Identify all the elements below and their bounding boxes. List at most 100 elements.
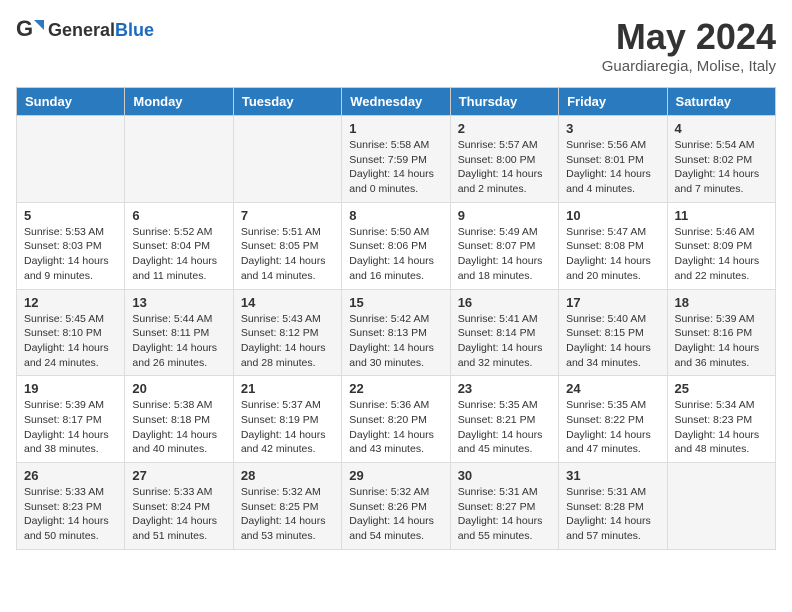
week-row-1: 1 Sunrise: 5:58 AM Sunset: 7:59 PM Daylig… — [17, 116, 776, 203]
calendar-cell: 19 Sunrise: 5:39 AM Sunset: 8:17 PM Dayli… — [17, 376, 125, 463]
day-info: Sunrise: 5:44 AM Sunset: 8:11 PM Dayligh… — [132, 312, 225, 371]
day-number: 19 — [24, 381, 117, 396]
day-number: 18 — [675, 295, 768, 310]
calendar-cell: 3 Sunrise: 5:56 AM Sunset: 8:01 PM Daylig… — [559, 116, 667, 203]
day-number: 15 — [349, 295, 442, 310]
day-number: 29 — [349, 468, 442, 483]
day-info: Sunrise: 5:38 AM Sunset: 8:18 PM Dayligh… — [132, 398, 225, 457]
day-header-tuesday: Tuesday — [233, 88, 341, 116]
logo-icon: G — [16, 16, 44, 44]
calendar-cell: 13 Sunrise: 5:44 AM Sunset: 8:11 PM Dayli… — [125, 289, 233, 376]
calendar-cell: 15 Sunrise: 5:42 AM Sunset: 8:13 PM Dayli… — [342, 289, 450, 376]
calendar-cell: 14Sunrise: 5:43 AM Sunset: 8:12 PM Dayli… — [233, 289, 341, 376]
calendar-cell: 25Sunrise: 5:34 AM Sunset: 8:23 PM Dayli… — [667, 376, 775, 463]
logo: G GeneralBlue — [16, 16, 154, 44]
svg-text:G: G — [16, 16, 33, 41]
calendar-cell: 27 Sunrise: 5:33 AM Sunset: 8:24 PM Dayli… — [125, 463, 233, 550]
day-number: 13 — [132, 295, 225, 310]
day-number: 2 — [458, 121, 551, 136]
calendar-cell — [233, 116, 341, 203]
day-header-friday: Friday — [559, 88, 667, 116]
day-info: Sunrise: 5:39 AM Sunset: 8:17 PM Dayligh… — [24, 398, 117, 457]
calendar-cell — [17, 116, 125, 203]
calendar-cell — [125, 116, 233, 203]
day-info: Sunrise: 5:32 AM Sunset: 8:25 PM Dayligh… — [241, 485, 334, 544]
calendar-cell: 23Sunrise: 5:35 AM Sunset: 8:21 PM Dayli… — [450, 376, 558, 463]
days-header-row: SundayMondayTuesdayWednesdayThursdayFrid… — [17, 88, 776, 116]
day-info: Sunrise: 5:58 AM Sunset: 7:59 PM Dayligh… — [349, 138, 442, 197]
day-info: Sunrise: 5:31 AM Sunset: 8:28 PM Dayligh… — [566, 485, 659, 544]
day-number: 23 — [458, 381, 551, 396]
calendar-cell: 6 Sunrise: 5:52 AM Sunset: 8:04 PM Daylig… — [125, 202, 233, 289]
calendar-cell: 8Sunrise: 5:50 AM Sunset: 8:06 PM Daylig… — [342, 202, 450, 289]
day-info: Sunrise: 5:56 AM Sunset: 8:01 PM Dayligh… — [566, 138, 659, 197]
day-info: Sunrise: 5:33 AM Sunset: 8:23 PM Dayligh… — [24, 485, 117, 544]
day-info: Sunrise: 5:47 AM Sunset: 8:08 PM Dayligh… — [566, 225, 659, 284]
day-info: Sunrise: 5:35 AM Sunset: 8:22 PM Dayligh… — [566, 398, 659, 457]
day-number: 12 — [24, 295, 117, 310]
day-header-saturday: Saturday — [667, 88, 775, 116]
day-info: Sunrise: 5:39 AM Sunset: 8:16 PM Dayligh… — [675, 312, 768, 371]
day-header-wednesday: Wednesday — [342, 88, 450, 116]
calendar-cell: 20 Sunrise: 5:38 AM Sunset: 8:18 PM Dayli… — [125, 376, 233, 463]
day-info: Sunrise: 5:57 AM Sunset: 8:00 PM Dayligh… — [458, 138, 551, 197]
logo-general-text: General — [48, 20, 115, 40]
day-number: 24 — [566, 381, 659, 396]
calendar-cell: 12 Sunrise: 5:45 AM Sunset: 8:10 PM Dayli… — [17, 289, 125, 376]
week-row-5: 26Sunrise: 5:33 AM Sunset: 8:23 PM Dayli… — [17, 463, 776, 550]
day-number: 6 — [132, 208, 225, 223]
day-number: 14 — [241, 295, 334, 310]
day-info: Sunrise: 5:37 AM Sunset: 8:19 PM Dayligh… — [241, 398, 334, 457]
calendar-cell: 26Sunrise: 5:33 AM Sunset: 8:23 PM Dayli… — [17, 463, 125, 550]
day-info: Sunrise: 5:32 AM Sunset: 8:26 PM Dayligh… — [349, 485, 442, 544]
calendar-cell: 9Sunrise: 5:49 AM Sunset: 8:07 PM Daylig… — [450, 202, 558, 289]
calendar-cell: 11 Sunrise: 5:46 AM Sunset: 8:09 PM Dayli… — [667, 202, 775, 289]
day-info: Sunrise: 5:36 AM Sunset: 8:20 PM Dayligh… — [349, 398, 442, 457]
day-info: Sunrise: 5:46 AM Sunset: 8:09 PM Dayligh… — [675, 225, 768, 284]
day-info: Sunrise: 5:53 AM Sunset: 8:03 PM Dayligh… — [24, 225, 117, 284]
calendar-cell: 21Sunrise: 5:37 AM Sunset: 8:19 PM Dayli… — [233, 376, 341, 463]
calendar-cell: 5Sunrise: 5:53 AM Sunset: 8:03 PM Daylig… — [17, 202, 125, 289]
day-info: Sunrise: 5:42 AM Sunset: 8:13 PM Dayligh… — [349, 312, 442, 371]
day-info: Sunrise: 5:49 AM Sunset: 8:07 PM Dayligh… — [458, 225, 551, 284]
day-info: Sunrise: 5:31 AM Sunset: 8:27 PM Dayligh… — [458, 485, 551, 544]
calendar-cell: 24 Sunrise: 5:35 AM Sunset: 8:22 PM Dayli… — [559, 376, 667, 463]
day-number: 28 — [241, 468, 334, 483]
day-number: 11 — [675, 208, 768, 223]
week-row-3: 12 Sunrise: 5:45 AM Sunset: 8:10 PM Dayli… — [17, 289, 776, 376]
day-number: 17 — [566, 295, 659, 310]
calendar-cell: 17Sunrise: 5:40 AM Sunset: 8:15 PM Dayli… — [559, 289, 667, 376]
calendar-cell: 1 Sunrise: 5:58 AM Sunset: 7:59 PM Daylig… — [342, 116, 450, 203]
day-number: 3 — [566, 121, 659, 136]
calendar-cell: 31Sunrise: 5:31 AM Sunset: 8:28 PM Dayli… — [559, 463, 667, 550]
logo-blue-text: Blue — [115, 20, 154, 40]
day-number: 22 — [349, 381, 442, 396]
week-row-4: 19 Sunrise: 5:39 AM Sunset: 8:17 PM Dayli… — [17, 376, 776, 463]
calendar-cell: 16 Sunrise: 5:41 AM Sunset: 8:14 PM Dayli… — [450, 289, 558, 376]
day-number: 1 — [349, 121, 442, 136]
calendar-cell — [667, 463, 775, 550]
week-row-2: 5Sunrise: 5:53 AM Sunset: 8:03 PM Daylig… — [17, 202, 776, 289]
day-info: Sunrise: 5:51 AM Sunset: 8:05 PM Dayligh… — [241, 225, 334, 284]
title-area: May 2024 Guardiaregia, Molise, Italy — [602, 16, 776, 75]
day-info: Sunrise: 5:41 AM Sunset: 8:14 PM Dayligh… — [458, 312, 551, 371]
month-title: May 2024 — [602, 16, 776, 58]
day-number: 8 — [349, 208, 442, 223]
day-info: Sunrise: 5:54 AM Sunset: 8:02 PM Dayligh… — [675, 138, 768, 197]
calendar-table: SundayMondayTuesdayWednesdayThursdayFrid… — [16, 87, 776, 550]
day-info: Sunrise: 5:45 AM Sunset: 8:10 PM Dayligh… — [24, 312, 117, 371]
day-number: 16 — [458, 295, 551, 310]
calendar-cell: 7 Sunrise: 5:51 AM Sunset: 8:05 PM Daylig… — [233, 202, 341, 289]
calendar-cell: 30Sunrise: 5:31 AM Sunset: 8:27 PM Dayli… — [450, 463, 558, 550]
day-info: Sunrise: 5:33 AM Sunset: 8:24 PM Dayligh… — [132, 485, 225, 544]
calendar-cell: 29 Sunrise: 5:32 AM Sunset: 8:26 PM Dayli… — [342, 463, 450, 550]
day-number: 7 — [241, 208, 334, 223]
calendar-cell: 4Sunrise: 5:54 AM Sunset: 8:02 PM Daylig… — [667, 116, 775, 203]
day-info: Sunrise: 5:52 AM Sunset: 8:04 PM Dayligh… — [132, 225, 225, 284]
day-header-monday: Monday — [125, 88, 233, 116]
calendar-cell: 18 Sunrise: 5:39 AM Sunset: 8:16 PM Dayli… — [667, 289, 775, 376]
day-number: 20 — [132, 381, 225, 396]
day-info: Sunrise: 5:34 AM Sunset: 8:23 PM Dayligh… — [675, 398, 768, 457]
calendar-cell: 2 Sunrise: 5:57 AM Sunset: 8:00 PM Daylig… — [450, 116, 558, 203]
day-number: 27 — [132, 468, 225, 483]
